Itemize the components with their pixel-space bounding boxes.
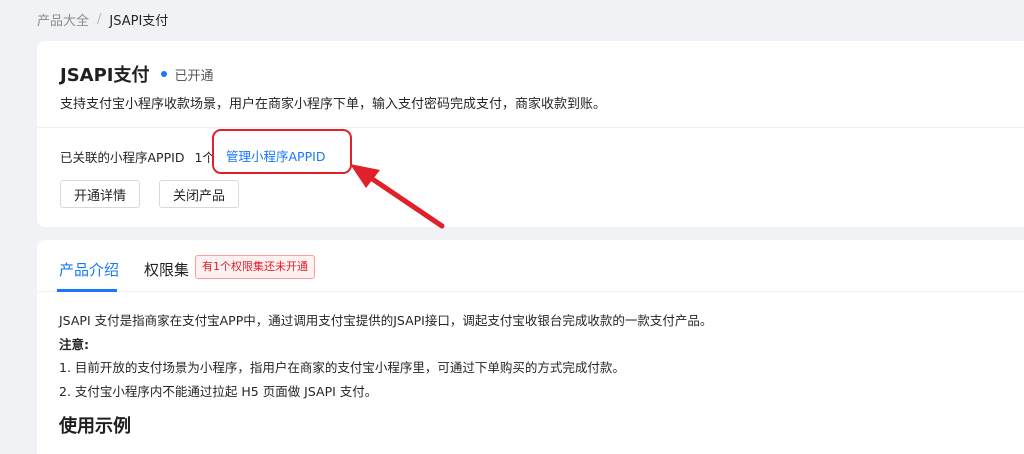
breadcrumb-current: JSAPI支付	[109, 14, 169, 29]
breadcrumb-separator: /	[97, 12, 102, 27]
divider	[37, 127, 1024, 128]
appid-label: 已关联的小程序APPID	[60, 150, 185, 165]
status-dot-icon	[161, 71, 168, 77]
usage-example-title: 使用示例	[59, 416, 131, 437]
appid-row: 已关联的小程序APPID 1个	[60, 147, 215, 166]
appid-count: 1个	[194, 150, 215, 165]
tab-permissions[interactable]: 权限集	[144, 259, 189, 280]
details-button[interactable]: 开通详情	[60, 180, 141, 208]
close-product-button[interactable]: 关闭产品	[159, 180, 240, 208]
active-tab-indicator	[57, 289, 117, 292]
intro-paragraph: JSAPI 支付是指商家在支付宝APP中，通过调用支付宝提供的JSAPI接口，调…	[59, 313, 713, 328]
breadcrumb: 产品大全 / JSAPI支付	[37, 10, 168, 29]
intro-content: JSAPI 支付是指商家在支付宝APP中，通过调用支付宝提供的JSAPI接口，调…	[59, 312, 712, 406]
annotation-arrow-icon	[350, 164, 445, 229]
status-badge: 已开通	[161, 65, 214, 84]
tab-bar: 产品介绍 权限集 有1个权限集还未开通	[37, 240, 1024, 292]
manage-appid-link[interactable]: 管理小程序APPID	[226, 146, 325, 165]
product-description: 支持支付宝小程序收款场景，用户在商家小程序下单，输入支付密码完成支付，商家收款到…	[60, 97, 607, 112]
page-title: JSAPI支付	[60, 65, 150, 86]
page: 产品大全 / JSAPI支付 JSAPI支付 已开通 支持支付宝小程序收款场景，…	[0, 0, 1024, 454]
note-item-1: 1. 目前开放的支付场景为小程序，指用户在商家的支付宝小程序里，可通过下单购买的…	[59, 360, 625, 375]
status-text: 已开通	[174, 68, 214, 84]
product-detail-card: 产品介绍 权限集 有1个权限集还未开通 JSAPI 支付是指商家在支付宝APP中…	[37, 240, 1024, 454]
action-buttons: 开通详情 关闭产品	[60, 180, 240, 208]
product-header-card: JSAPI支付 已开通 支持支付宝小程序收款场景，用户在商家小程序下单，输入支付…	[37, 41, 1024, 227]
note-item-2: 2. 支付宝小程序内不能通过拉起 H5 页面做 JSAPI 支付。	[59, 383, 378, 399]
tab-product-intro[interactable]: 产品介绍	[59, 259, 119, 280]
breadcrumb-root[interactable]: 产品大全	[37, 10, 89, 29]
title-row: JSAPI支付 已开通	[60, 61, 214, 87]
note-label: 注意:	[59, 336, 89, 352]
permission-warning-badge: 有1个权限集还未开通	[195, 255, 315, 279]
